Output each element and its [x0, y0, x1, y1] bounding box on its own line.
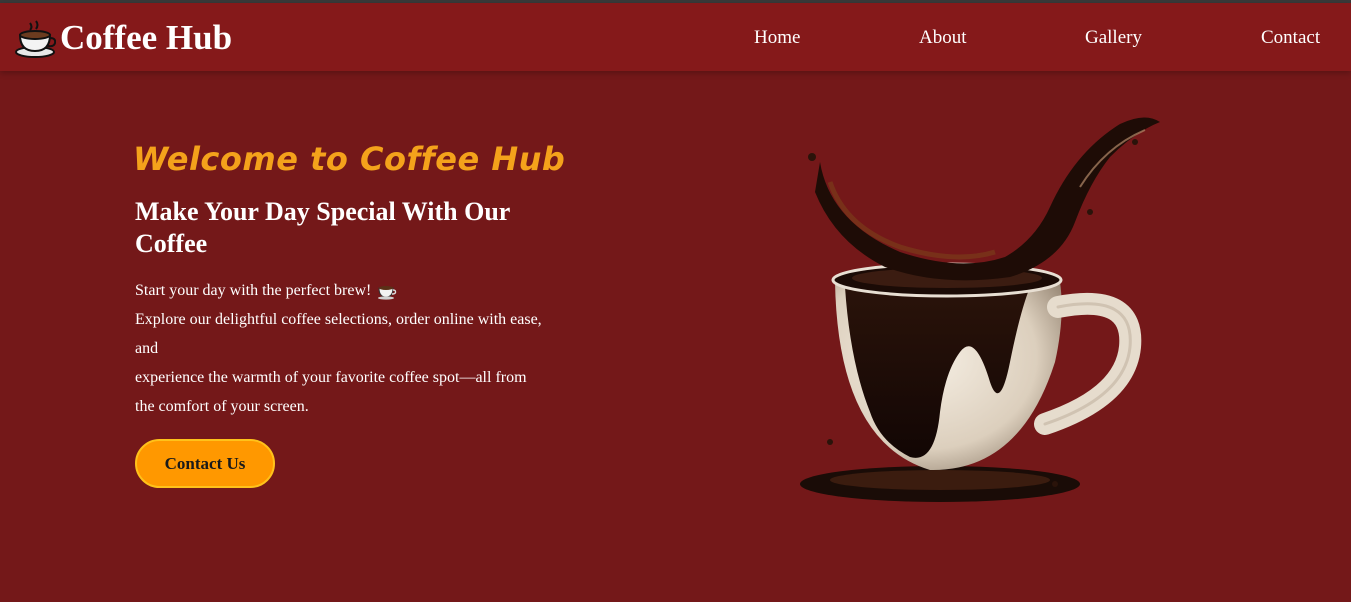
desc-line-3: experience the warmth of your favorite c…: [135, 369, 527, 415]
navbar: Coffee Hub Home About Gallery Contact: [0, 3, 1351, 71]
coffee-cup-icon: [15, 20, 56, 58]
hero-description: Start your day with the perfect brew! Ex…: [135, 276, 545, 421]
brand-name: Coffee Hub: [60, 18, 233, 57]
nav-link-contact[interactable]: Contact: [1261, 27, 1320, 49]
nav-link-home[interactable]: Home: [754, 27, 800, 49]
coffee-splash-image: [800, 117, 1160, 502]
welcome-heading: Welcome to Coffee Hub: [133, 140, 566, 178]
brand[interactable]: Coffee Hub: [14, 17, 232, 59]
nav-link-about[interactable]: About: [919, 27, 967, 49]
desc-line-2: Explore our delightful coffee selections…: [135, 311, 542, 357]
contact-us-button[interactable]: Contact Us: [135, 439, 275, 488]
desc-line-1: Start your day with the perfect brew!: [135, 276, 545, 305]
coffee-emoji-icon: [378, 286, 397, 300]
nav-link-gallery[interactable]: Gallery: [1085, 27, 1142, 49]
hero-headline: Make Your Day Special With Our Coffee: [135, 197, 510, 258]
